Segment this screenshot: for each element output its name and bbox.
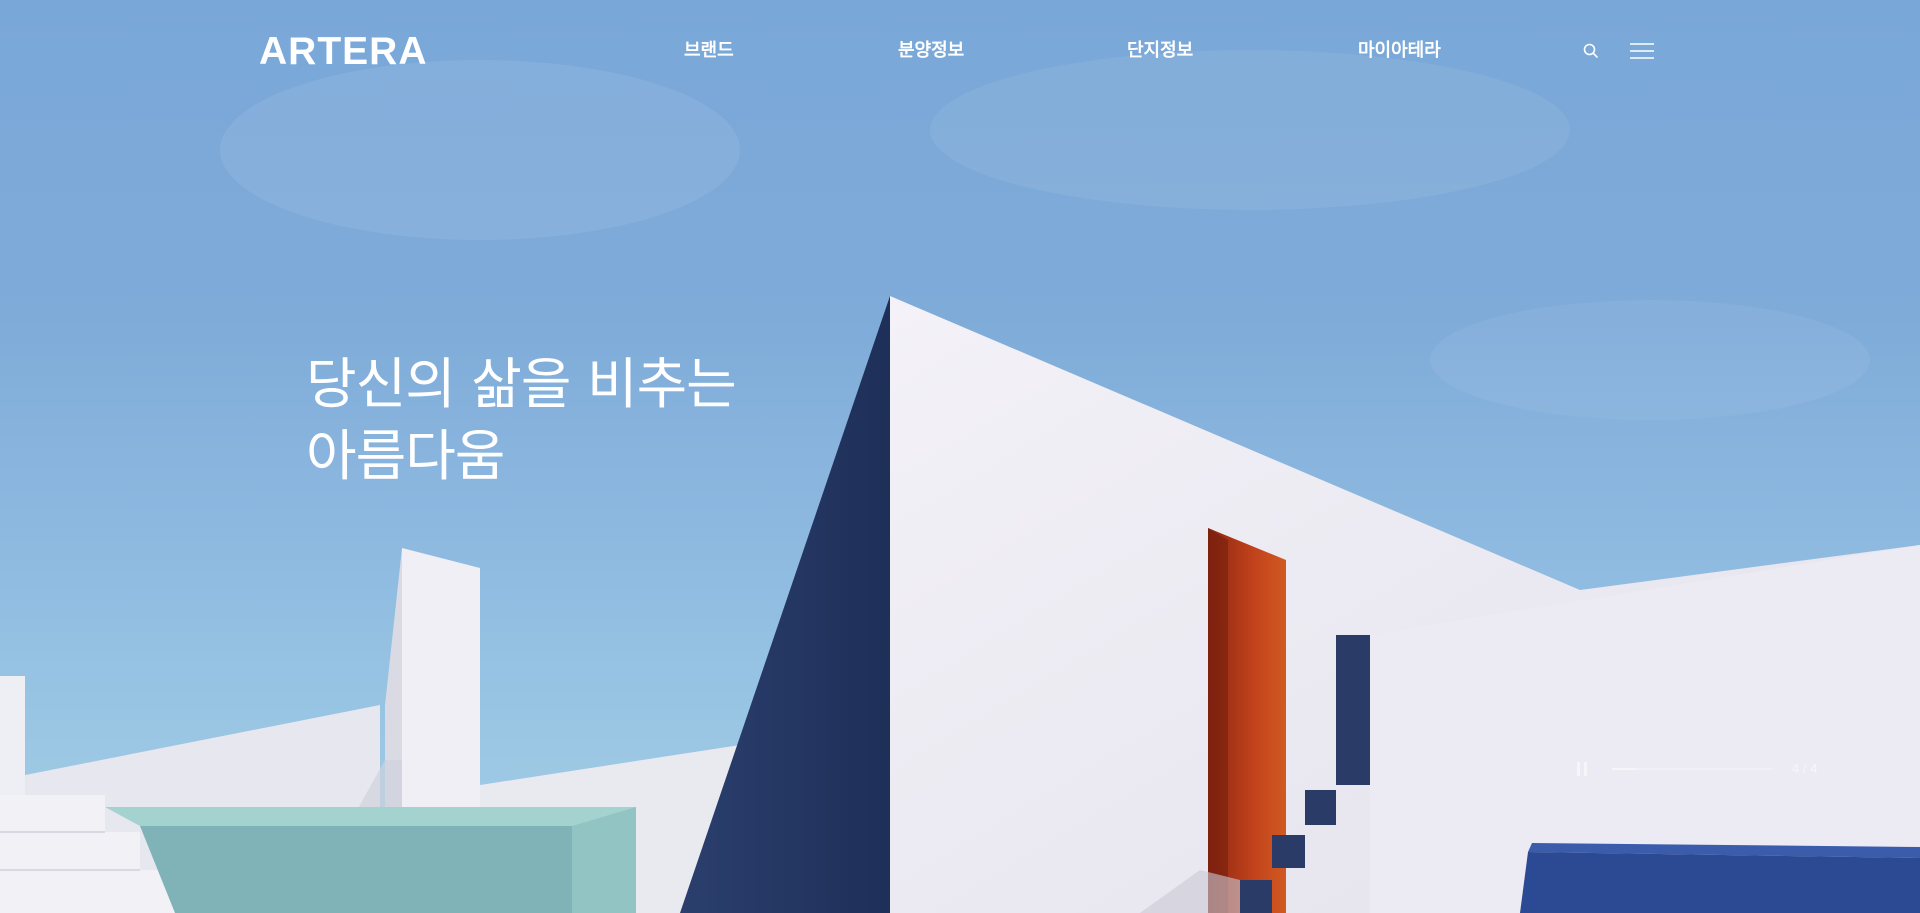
- brand-logo[interactable]: ARTERA: [259, 28, 428, 76]
- headline-line-1: 당신의 삶을 비추는: [306, 352, 737, 416]
- slider-controls: 4 / 4: [1560, 754, 1820, 784]
- nav-item-sales-info[interactable]: 분양정보: [898, 38, 964, 64]
- pool-block-side: [140, 826, 572, 913]
- nav-item-complex-info[interactable]: 단지정보: [1127, 38, 1193, 64]
- search-icon[interactable]: [1582, 42, 1600, 60]
- pause-icon[interactable]: [1576, 762, 1588, 776]
- slide-counter: 4 / 4: [1792, 761, 1818, 776]
- hamburger-menu-icon[interactable]: [1630, 42, 1654, 60]
- hero-section: ARTERA 브랜드 분양정보 단지정보 마이아테라 당신의 삶을 비추는 아름…: [0, 0, 1920, 913]
- doorway-shadow: [1208, 528, 1228, 913]
- pool-block-top: [105, 807, 636, 826]
- cloud: [1430, 300, 1870, 420]
- blue-block-front: [1520, 852, 1920, 913]
- hero-headline: 당신의 삶을 비추는 아름다움: [306, 348, 737, 492]
- nav-item-brand[interactable]: 브랜드: [684, 38, 734, 64]
- slider-progress-fill: [1612, 768, 1636, 770]
- site-header: ARTERA 브랜드 분양정보 단지정보 마이아테라: [0, 0, 1920, 104]
- headline-line-2: 아름다움: [306, 424, 505, 488]
- nav-item-my-artera[interactable]: 마이아테라: [1358, 38, 1441, 64]
- slider-progress-bar[interactable]: [1612, 768, 1772, 770]
